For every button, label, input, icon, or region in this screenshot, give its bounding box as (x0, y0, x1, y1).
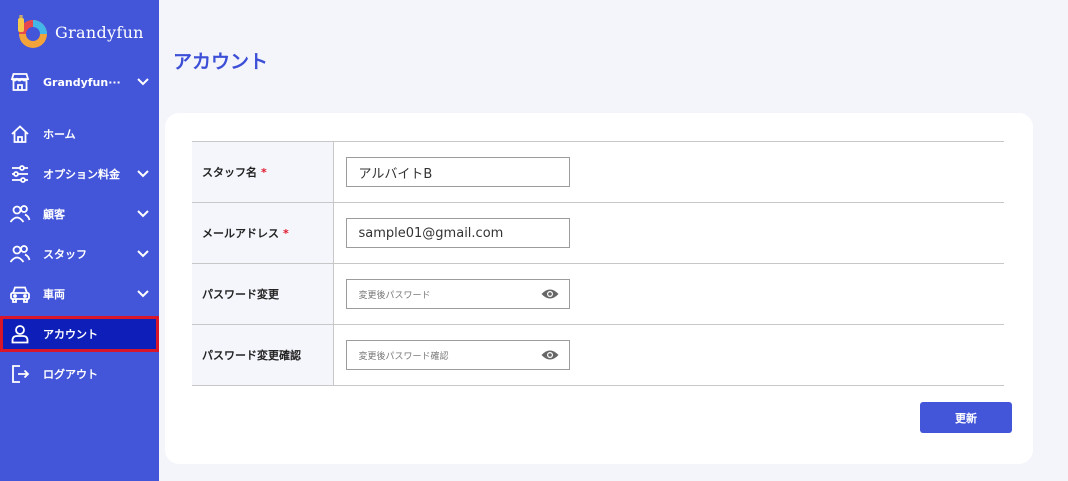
brand[interactable]: Grandyfun (0, 0, 159, 64)
sidebar-item-account[interactable]: アカウント (0, 316, 159, 352)
chevron-down-icon (137, 168, 149, 180)
form-row-staff-name: スタッフ名 * アルバイトB (192, 141, 1004, 203)
email-input[interactable]: sample01@gmail.com (345, 218, 570, 248)
form-label: スタッフ名 * (192, 141, 334, 203)
sidebar-item-staff[interactable]: スタッフ (0, 236, 159, 272)
account-form-card: スタッフ名 * アルバイトB メールアドレス * sample01@gmail.… (165, 113, 1033, 464)
chevron-down-icon (137, 288, 149, 300)
app-root: Grandyfun Grandyfun··· ホーム オプション料金 顧客 スタ… (0, 0, 1068, 481)
chevron-down-icon (137, 248, 149, 260)
sidebar-item-label: 車両 (43, 288, 65, 301)
update-button[interactable]: 更新 (920, 402, 1012, 433)
chevron-down-icon (137, 208, 149, 220)
password-placeholder: 変更後パスワード (358, 290, 431, 301)
form-value: sample01@gmail.com (333, 202, 1004, 264)
form-value: 変更後パスワード (333, 263, 1004, 325)
staff-name-value: アルバイトB (358, 166, 433, 182)
chevron-down-icon (137, 76, 149, 88)
password-confirm-placeholder: 変更後パスワード確認 (358, 351, 449, 362)
sidebar-item-vehicles[interactable]: 車両 (0, 276, 159, 312)
main-content: アカウント スタッフ名 * アルバイトB メールアドレス * sample01@… (159, 0, 1068, 481)
car-icon (9, 283, 31, 305)
form-row-password: パスワード変更 変更後パスワード (192, 263, 1004, 325)
brand-logo-icon (18, 15, 47, 48)
home-icon (9, 123, 31, 145)
password-input[interactable]: 変更後パスワード (345, 279, 570, 309)
brand-name: Grandyfun (55, 22, 144, 42)
sidebar-item-logout[interactable]: ログアウト (0, 356, 159, 392)
password-label: パスワード変更 (202, 288, 279, 301)
sliders-icon (9, 163, 31, 185)
sidebar: Grandyfun Grandyfun··· ホーム オプション料金 顧客 スタ… (0, 0, 159, 481)
sidebar-item-label: オプション料金 (43, 168, 120, 181)
sidebar-item-label: アカウント (43, 328, 98, 341)
email-value: sample01@gmail.com (358, 225, 504, 241)
eye-icon[interactable] (541, 288, 559, 300)
sidebar-item-label: ログアウト (43, 368, 98, 381)
form-label: メールアドレス * (192, 202, 334, 264)
store-selector[interactable]: Grandyfun··· (0, 64, 159, 100)
sidebar-item-home[interactable]: ホーム (0, 116, 159, 152)
users-icon (9, 243, 31, 265)
form-value: アルバイトB (333, 141, 1004, 203)
store-selector-label: Grandyfun··· (43, 75, 121, 89)
users-icon (9, 203, 31, 225)
account-form: スタッフ名 * アルバイトB メールアドレス * sample01@gmail.… (192, 141, 1004, 386)
required-mark: * (261, 166, 267, 179)
form-row-email: メールアドレス * sample01@gmail.com (192, 202, 1004, 264)
form-row-password-confirm: パスワード変更確認 変更後パスワード確認 (192, 324, 1004, 386)
sidebar-item-option-pricing[interactable]: オプション料金 (0, 156, 159, 192)
sidebar-item-label: スタッフ (43, 248, 87, 261)
form-label: パスワード変更確認 (192, 324, 334, 386)
password-confirm-input[interactable]: 変更後パスワード確認 (345, 340, 570, 370)
staff-name-input[interactable]: アルバイトB (345, 157, 570, 187)
sidebar-item-customers[interactable]: 顧客 (0, 196, 159, 232)
form-label: パスワード変更 (192, 263, 334, 325)
user-icon (9, 323, 31, 345)
form-value: 変更後パスワード確認 (333, 324, 1004, 386)
staff-name-label: スタッフ名 (202, 166, 257, 179)
required-mark: * (283, 227, 289, 240)
sidebar-item-label: 顧客 (43, 208, 65, 221)
logout-icon (9, 363, 31, 385)
page-title: アカウント (173, 51, 269, 73)
eye-icon[interactable] (541, 349, 559, 361)
sidebar-item-label: ホーム (43, 128, 76, 141)
store-icon (9, 71, 31, 93)
email-label: メールアドレス (202, 227, 279, 240)
password-confirm-label: パスワード変更確認 (202, 349, 301, 362)
